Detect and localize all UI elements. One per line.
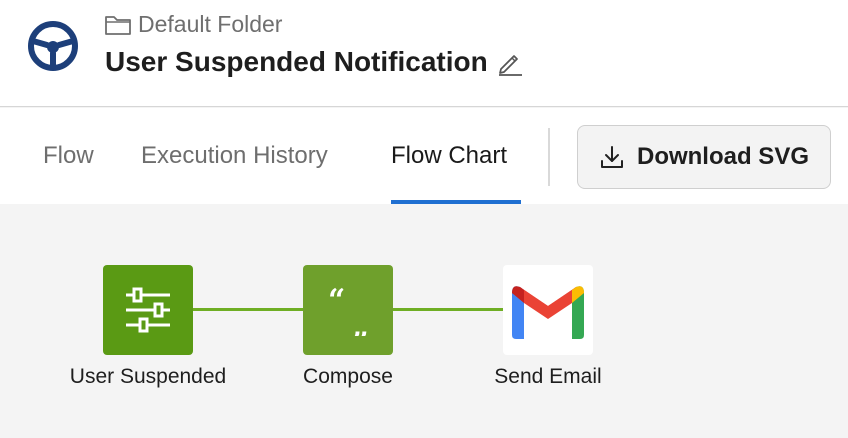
page-header: Default Folder User Suspended Notificati… [0, 0, 848, 107]
steering-wheel-logo-icon [28, 21, 78, 71]
download-svg-button[interactable]: Download SVG [577, 125, 831, 189]
tab-execution-history-label: Execution History [141, 142, 328, 169]
svg-text:“: “ [328, 284, 345, 318]
flow-node-user-suspended[interactable] [103, 265, 193, 355]
folder-icon [105, 15, 131, 35]
tab-flow[interactable]: Flow [43, 108, 94, 204]
connector-line [193, 308, 303, 311]
svg-text:„: „ [352, 309, 369, 336]
flow-node-compose[interactable]: “ „ [303, 265, 393, 355]
flow-node-send-email[interactable] [503, 265, 593, 355]
quotes-icon: “ „ [328, 284, 369, 336]
active-tab-indicator [391, 200, 521, 204]
gmail-icon [512, 286, 584, 339]
node-label: User Suspended [69, 365, 227, 388]
tab-flow-chart[interactable]: Flow Chart [391, 108, 507, 204]
pencil-edit-icon[interactable] [496, 48, 524, 76]
download-icon [600, 146, 623, 168]
breadcrumb-folder[interactable]: Default Folder [104, 11, 282, 38]
title-row: User Suspended Notification [105, 46, 524, 78]
download-svg-label: Download SVG [636, 143, 809, 170]
toolbar-divider [548, 128, 550, 186]
tab-flow-chart-label: Flow Chart [391, 142, 508, 169]
page-title: User Suspended Notification [105, 46, 488, 77]
connector-line [393, 308, 503, 311]
tab-flow-label: Flow [43, 142, 94, 169]
folder-name: Default Folder [138, 11, 283, 37]
node-label: Compose [303, 365, 393, 388]
tab-execution-history[interactable]: Execution History [141, 108, 328, 204]
sliders-icon [126, 287, 170, 333]
node-label: Send Email [494, 365, 602, 388]
